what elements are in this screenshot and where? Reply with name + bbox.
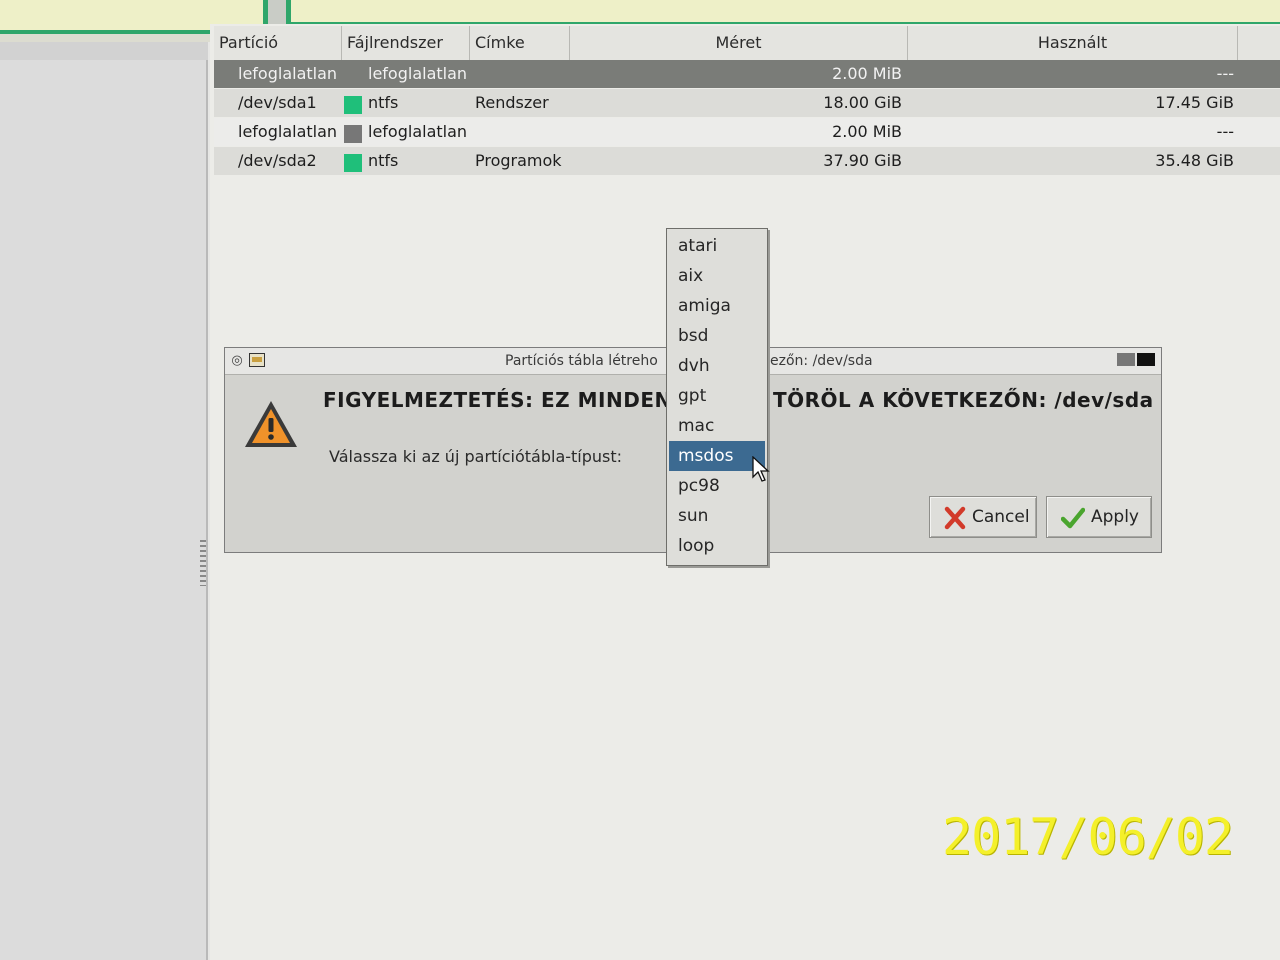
size-cell: 37.90 GiB	[823, 151, 902, 170]
column-header-label[interactable]: Címke	[470, 26, 570, 60]
option-atari[interactable]: atari	[669, 231, 765, 261]
filesystem-color-swatch	[344, 154, 362, 172]
partition-cell: lefoglalatlan	[238, 64, 338, 83]
column-header-size[interactable]: Méret	[570, 26, 908, 60]
column-header-used[interactable]: Használt	[908, 26, 1238, 60]
size-cell: 2.00 MiB	[832, 122, 902, 141]
option-bsd[interactable]: bsd	[669, 321, 765, 351]
table-row[interactable]: /dev/sda2 ntfs Programok 37.90 GiB 35.48…	[214, 147, 1280, 175]
partition-table-header: Partíció Fájlrendszer Címke Méret Haszná…	[214, 26, 1280, 61]
photo-date-stamp: 2017/06/02	[942, 808, 1234, 866]
option-mac[interactable]: mac	[669, 411, 765, 441]
cancel-button[interactable]: Cancel	[929, 496, 1037, 538]
table-row[interactable]: lefoglalatlan lefoglalatlan 2.00 MiB ---	[214, 60, 1280, 88]
filesystem-cell: lefoglalatlan	[368, 122, 468, 141]
used-cell: 35.48 GiB	[1155, 151, 1234, 170]
partition-table-type-dropdown[interactable]: atari aix amiga bsd dvh gpt mac msdos pc…	[666, 228, 768, 566]
label-cell: Programok	[475, 151, 562, 170]
option-pc98[interactable]: pc98	[669, 471, 765, 501]
option-sun[interactable]: sun	[669, 501, 765, 531]
cancel-x-icon	[944, 505, 966, 530]
option-amiga[interactable]: amiga	[669, 291, 765, 321]
close-button[interactable]	[1137, 353, 1155, 366]
filesystem-color-swatch	[346, 67, 364, 85]
filesystem-cell: ntfs	[368, 93, 399, 112]
column-header-partition[interactable]: Partíció	[214, 26, 342, 60]
partition-cell: /dev/sda2	[238, 151, 317, 170]
info-side-panel	[0, 42, 208, 960]
apply-button[interactable]: Apply	[1046, 496, 1152, 538]
pane-resize-handle[interactable]	[200, 540, 206, 586]
filesystem-color-swatch	[344, 125, 362, 143]
option-gpt[interactable]: gpt	[669, 381, 765, 411]
option-aix[interactable]: aix	[669, 261, 765, 291]
option-dvh[interactable]: dvh	[669, 351, 765, 381]
partition-block-sda2[interactable]	[286, 0, 1280, 26]
window-icon	[249, 353, 265, 369]
size-cell: 2.00 MiB	[832, 64, 902, 83]
warning-text-right: TÖRÖL A KÖVETKEZŐN: /dev/sda	[773, 388, 1154, 412]
used-cell: 17.45 GiB	[1155, 93, 1234, 112]
option-msdos[interactable]: msdos	[669, 441, 765, 471]
filesystem-cell: ntfs	[368, 151, 399, 170]
dialog-title-right: ezőn: /dev/sda	[770, 353, 873, 369]
filesystem-cell: lefoglalatlan	[368, 64, 468, 83]
warning-text-left: FIGYELMEZTETÉS: EZ MINDEN	[323, 388, 672, 412]
table-row[interactable]: lefoglalatlan lefoglalatlan 2.00 MiB ---	[214, 118, 1280, 146]
apply-check-icon	[1060, 505, 1086, 529]
table-type-prompt: Válassza ki az új partíciótábla-típust:	[329, 447, 623, 466]
used-cell: ---	[1216, 122, 1234, 141]
used-cell: ---	[1216, 64, 1234, 83]
mouse-pointer-icon	[752, 455, 770, 484]
label-cell: Rendszer	[475, 93, 549, 112]
cancel-label: Cancel	[972, 507, 1030, 527]
option-loop[interactable]: loop	[669, 531, 765, 561]
filesystem-color-swatch	[344, 96, 362, 114]
app-menu-icon[interactable]: ◎	[229, 353, 245, 369]
partition-cell: lefoglalatlan	[238, 122, 338, 141]
table-row[interactable]: /dev/sda1 ntfs Rendszer 18.00 GiB 17.45 …	[214, 89, 1280, 117]
warning-icon	[243, 398, 299, 450]
apply-label: Apply	[1091, 507, 1139, 527]
partition-cell: /dev/sda1	[238, 93, 317, 112]
size-cell: 18.00 GiB	[823, 93, 902, 112]
minimize-button[interactable]	[1117, 353, 1135, 366]
dialog-title-left: Partíciós tábla létreho	[505, 353, 658, 369]
column-header-filesystem[interactable]: Fájlrendszer	[342, 26, 470, 60]
